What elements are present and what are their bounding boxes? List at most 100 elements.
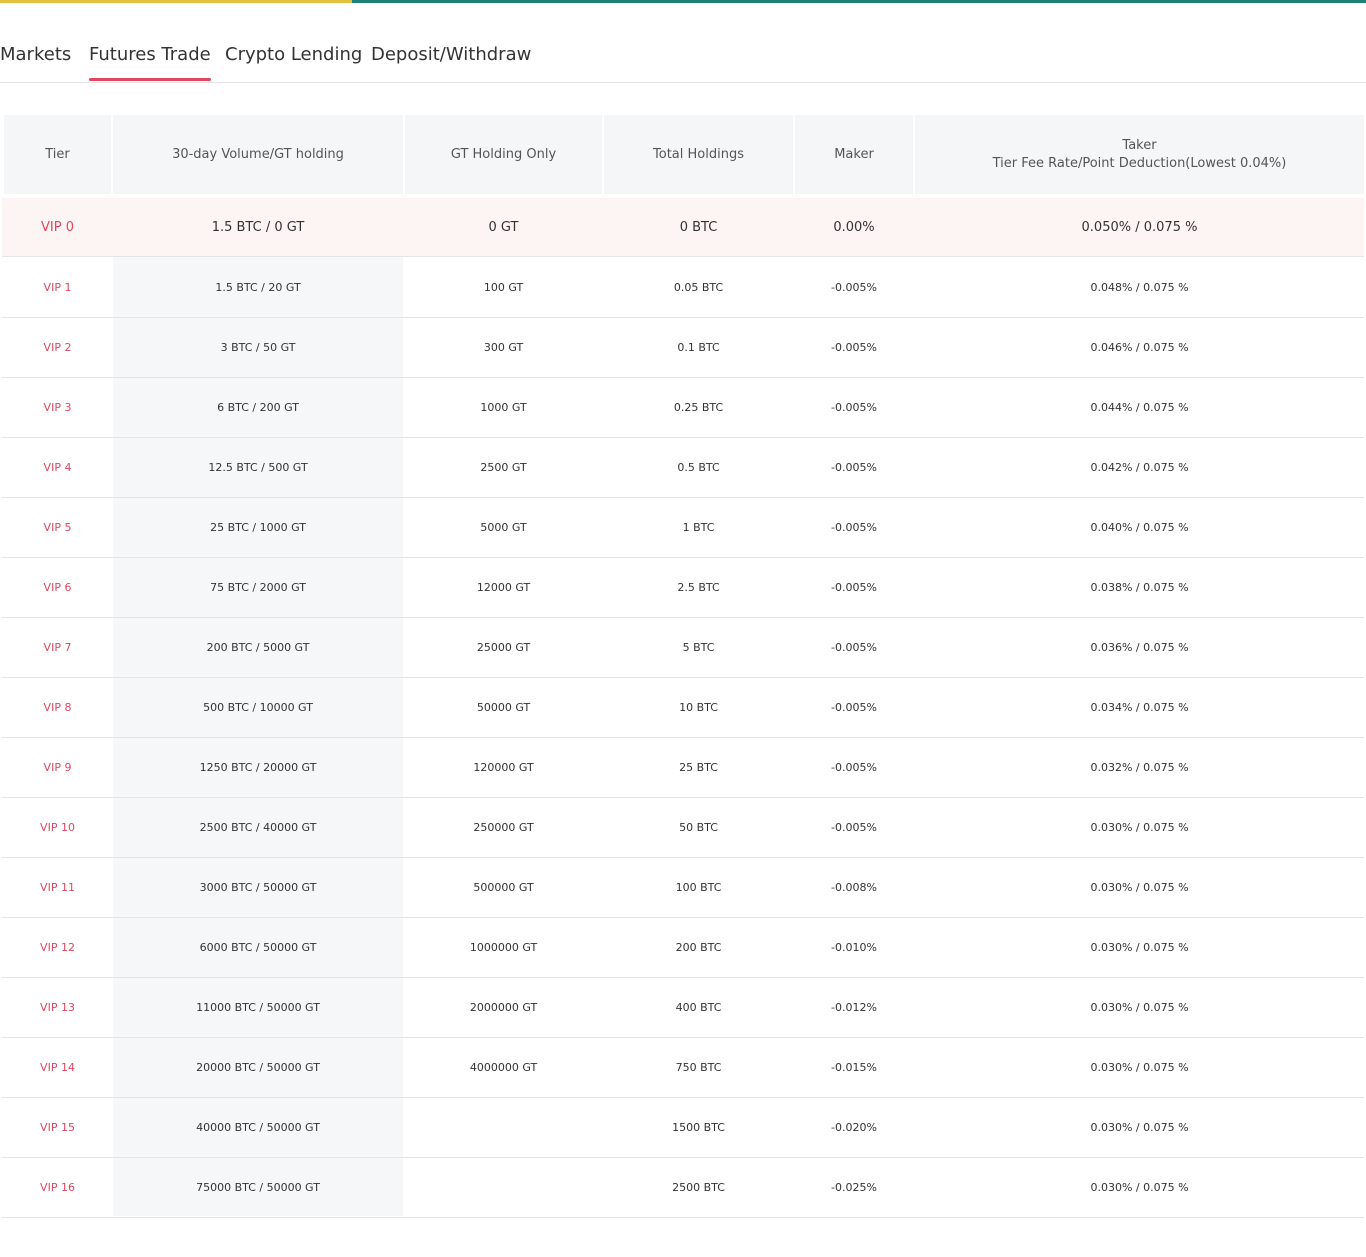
cell-maker: -0.020% [831, 1120, 877, 1134]
cell-taker: 0.030% / 0.075 % [1090, 880, 1189, 894]
table-header: Tier 30-day Volume/GT holding GT Holding… [2, 112, 1364, 195]
cell-maker: 0.00% [833, 219, 875, 235]
cell-taker: 0.048% / 0.075 % [1090, 280, 1189, 294]
cell-volume: 2500 BTC / 40000 GT [199, 820, 317, 834]
cell-gt-holding-only: 250000 GT [473, 820, 534, 834]
table-row: VIP 15 40000 BTC / 50000 GT 1500 BTC -0.020… [2, 1097, 1364, 1158]
cell-maker: -0.025% [831, 1180, 877, 1194]
cell-volume: 40000 BTC / 50000 GT [196, 1120, 320, 1134]
cell-total-holdings: 0.25 BTC [673, 400, 724, 414]
table-row: VIP 9 1250 BTC / 20000 GT 120000 GT 25 BTC -… [2, 737, 1364, 798]
table-row: VIP 10 2500 BTC / 40000 GT 250000 GT 50 BTC… [2, 797, 1364, 858]
header-total-holdings: Total Holdings [604, 115, 793, 194]
cell-total-holdings: 2.5 BTC [677, 580, 720, 594]
cell-gt-holding-only: 300 GT [483, 340, 524, 354]
cell-gt-holding-only: 4000000 GT [469, 1060, 538, 1074]
table-row: VIP 13 11000 BTC / 50000 GT 2000000 GT 400 … [2, 977, 1364, 1038]
cell-gt-holding-only: 1000 GT [480, 400, 527, 414]
table-row: VIP 4 12.5 BTC / 500 GT 2500 GT 0.5 BTC -0.0… [2, 437, 1364, 498]
cell-gt-holding-only: 1000000 GT [469, 940, 538, 954]
cell-taker: 0.030% / 0.075 % [1090, 1120, 1189, 1134]
cell-taker: 0.030% / 0.075 % [1090, 1000, 1189, 1014]
cell-total-holdings: 0.05 BTC [673, 280, 724, 294]
header-volume: 30-day Volume/GT holding [113, 115, 403, 194]
cell-volume: 1.5 BTC / 20 GT [215, 280, 301, 294]
cell-taker: 0.030% / 0.075 % [1090, 1060, 1189, 1074]
header-gt-holding-only: GT Holding Only [405, 115, 602, 194]
cell-volume: 3 BTC / 50 GT [220, 340, 296, 354]
tab-markets[interactable]: Markets [0, 44, 71, 65]
tab-crypto-lending[interactable]: Crypto Lending [225, 44, 362, 65]
cell-volume: 3000 BTC / 50000 GT [199, 880, 317, 894]
cell-total-holdings: 100 BTC [675, 880, 722, 894]
cell-gt-holding-only: 12000 GT [476, 580, 531, 594]
cell-gt-holding-only: 500000 GT [473, 880, 534, 894]
cell-maker: -0.005% [831, 280, 877, 294]
cell-total-holdings: 2500 BTC [672, 1180, 725, 1194]
tab-deposit-withdraw[interactable]: Deposit/Withdraw [371, 44, 531, 65]
table-row: VIP 5 25 BTC / 1000 GT 5000 GT 1 BTC -0.005%… [2, 497, 1364, 558]
cell-volume: 75 BTC / 2000 GT [210, 580, 306, 594]
cell-taker: 0.038% / 0.075 % [1090, 580, 1189, 594]
cell-volume: 200 BTC / 5000 GT [206, 640, 310, 654]
header-tier: Tier [4, 115, 111, 194]
cell-maker: -0.008% [831, 880, 877, 894]
cell-total-holdings: 0.5 BTC [677, 460, 720, 474]
cell-maker: -0.015% [831, 1060, 877, 1074]
table-row: VIP 3 6 BTC / 200 GT 1000 GT 0.25 BTC -0.005… [2, 377, 1364, 438]
cell-total-holdings: 0.1 BTC [677, 340, 720, 354]
header-maker: Maker [795, 115, 913, 194]
cell-tier: VIP 10 [40, 820, 75, 834]
cell-total-holdings: 0 BTC [679, 219, 718, 235]
tab-futures-trade[interactable]: Futures Trade [89, 44, 211, 81]
cell-maker: -0.005% [831, 700, 877, 714]
cell-taker: 0.040% / 0.075 % [1090, 520, 1189, 534]
cell-tier: VIP 5 [43, 520, 72, 534]
table-row: VIP 8 500 BTC / 10000 GT 50000 GT 10 BTC -0.… [2, 677, 1364, 738]
cell-gt-holding-only: 50000 GT [476, 700, 531, 714]
cell-tier: VIP 6 [43, 580, 72, 594]
cell-total-holdings: 1500 BTC [672, 1120, 725, 1134]
cell-total-holdings: 400 BTC [675, 1000, 722, 1014]
cell-maker: -0.005% [831, 580, 877, 594]
cell-gt-holding-only: 2000000 GT [469, 1000, 538, 1014]
cell-taker: 0.034% / 0.075 % [1090, 700, 1189, 714]
cell-taker: 0.044% / 0.075 % [1090, 400, 1189, 414]
cell-gt-holding-only: 0 GT [488, 219, 519, 235]
cell-taker: 0.032% / 0.075 % [1090, 760, 1189, 774]
cell-maker: -0.005% [831, 520, 877, 534]
tab-bar: Markets Futures Trade Crypto Lending Dep… [0, 0, 1366, 83]
cell-total-holdings: 50 BTC [679, 820, 718, 834]
cell-tier: VIP 13 [40, 1000, 75, 1014]
tab-label: Crypto Lending [225, 44, 363, 65]
cell-maker: -0.005% [831, 760, 877, 774]
cell-tier: VIP 7 [43, 640, 72, 654]
table-row: VIP 0 1.5 BTC / 0 GT 0 GT 0 BTC 0.00% 0.050% … [2, 198, 1364, 257]
cell-taker: 0.030% / 0.075 % [1090, 1180, 1189, 1194]
cell-volume: 75000 BTC / 50000 GT [196, 1180, 320, 1194]
cell-volume: 25 BTC / 1000 GT [210, 520, 306, 534]
cell-tier: VIP 16 [40, 1180, 75, 1194]
cell-taker: 0.042% / 0.075 % [1090, 460, 1189, 474]
table-row: VIP 1 1.5 BTC / 20 GT 100 GT 0.05 BTC -0.005… [2, 257, 1364, 318]
cell-tier: VIP 9 [43, 760, 72, 774]
cell-tier: VIP 14 [40, 1060, 75, 1074]
active-tab-underline [89, 78, 211, 81]
cell-tier: VIP 12 [40, 940, 75, 954]
cell-volume: 500 BTC / 10000 GT [203, 700, 313, 714]
cell-volume: 6 BTC / 200 GT [217, 400, 299, 414]
cell-volume: 1.5 BTC / 0 GT [211, 219, 305, 235]
cell-tier: VIP 1 [43, 280, 72, 294]
table-row: VIP 2 3 BTC / 50 GT 300 GT 0.1 BTC -0.005% 0.… [2, 317, 1364, 378]
cell-maker: -0.005% [831, 640, 877, 654]
cell-taker: 0.046% / 0.075 % [1090, 340, 1189, 354]
cell-tier: VIP 15 [40, 1120, 75, 1134]
tab-label: Futures Trade [89, 44, 211, 65]
table-row: VIP 6 75 BTC / 2000 GT 12000 GT 2.5 BTC -0.0… [2, 557, 1364, 618]
cell-gt-holding-only [405, 1157, 602, 1217]
cell-total-holdings: 10 BTC [679, 700, 718, 714]
cell-gt-holding-only [405, 1097, 602, 1157]
cell-gt-holding-only: 100 GT [483, 280, 524, 294]
cell-volume: 11000 BTC / 50000 GT [196, 1000, 320, 1014]
cell-total-holdings: 1 BTC [682, 520, 715, 534]
